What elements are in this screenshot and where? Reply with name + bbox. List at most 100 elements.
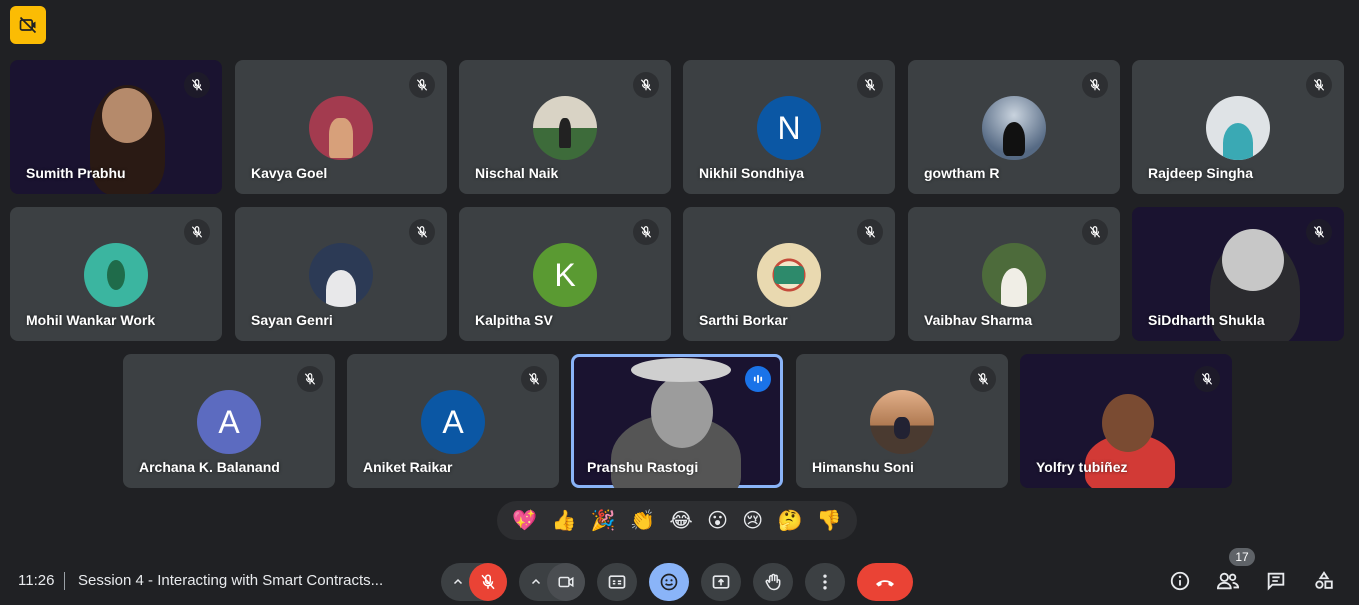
avatar	[309, 96, 373, 160]
reaction-heart[interactable]: 💖	[512, 511, 537, 531]
reaction-laugh[interactable]: 😂	[669, 511, 692, 531]
reaction-sad[interactable]: 😢	[742, 511, 763, 531]
avatar	[1206, 96, 1270, 160]
participant-name: Kavya Goel	[251, 165, 328, 181]
present-screen-button[interactable]	[701, 563, 741, 601]
avatar	[84, 243, 148, 307]
mic-off-icon	[1082, 72, 1108, 98]
hang-up-icon	[876, 580, 894, 587]
participant-tile[interactable]: Himanshu Soni	[796, 354, 1008, 488]
mic-off-icon	[970, 366, 996, 392]
participant-name: gowtham R	[924, 165, 1000, 181]
leave-call-button[interactable]	[857, 563, 913, 601]
video-face	[651, 376, 713, 448]
participant-name: Rajdeep Singha	[1148, 165, 1254, 181]
participant-name: Yolfry tubiñez	[1036, 459, 1128, 475]
participant-name: Vaibhav Sharma	[924, 312, 1033, 328]
bottom-toolbar: 11:26 Session 4 - Interacting with Smart…	[0, 548, 1359, 605]
avatar	[309, 243, 373, 307]
avatar	[982, 243, 1046, 307]
speaking-indicator-icon	[745, 366, 771, 392]
chevron-up-icon	[531, 578, 541, 585]
participant-tile[interactable]: SiDdharth Shukla	[1132, 207, 1344, 341]
mic-off-icon	[184, 219, 210, 245]
mic-off-icon	[1306, 72, 1332, 98]
present-screen-icon	[712, 575, 730, 589]
participant-name: Nikhil Sondhiya	[699, 165, 805, 181]
participant-count-badge: 17	[1229, 548, 1255, 566]
people-icon	[1216, 572, 1240, 590]
participant-tile[interactable]: Rajdeep Singha	[1132, 60, 1344, 194]
participant-tile[interactable]: A Archana K. Balanand	[123, 354, 335, 488]
mic-off-icon	[409, 72, 435, 98]
people-button[interactable]	[1214, 567, 1242, 595]
info-icon	[1170, 571, 1190, 591]
participant-tile[interactable]: N Nikhil Sondhiya	[683, 60, 895, 194]
chat-button[interactable]	[1262, 567, 1290, 595]
avatar: A	[197, 390, 261, 454]
more-options-button[interactable]	[805, 563, 845, 601]
video-face	[1102, 394, 1154, 452]
activities-icon	[1315, 571, 1333, 589]
mic-off-icon	[297, 366, 323, 392]
participant-tile[interactable]: K Kalpitha SV	[459, 207, 671, 341]
participant-tile[interactable]: Mohil Wankar Work	[10, 207, 222, 341]
meeting-title: Session 4 - Interacting with Smart Contr…	[78, 572, 384, 589]
participant-tile[interactable]: Vaibhav Sharma	[908, 207, 1120, 341]
mic-off-icon	[481, 574, 495, 590]
participant-tile[interactable]: gowtham R	[908, 60, 1120, 194]
participant-name: SiDdharth Shukla	[1148, 312, 1265, 328]
mic-off-icon	[857, 219, 883, 245]
mic-off-icon	[857, 72, 883, 98]
participant-name: Himanshu Soni	[812, 459, 914, 475]
mic-off-icon	[633, 219, 659, 245]
raise-hand-button[interactable]	[753, 563, 793, 601]
participant-tile[interactable]: Yolfry tubiñez	[1020, 354, 1232, 488]
participant-name: Sumith Prabhu	[26, 165, 126, 181]
avatar	[533, 96, 597, 160]
participant-grid: Sumith Prabhu Kavya Goel Nischal Naik N …	[0, 0, 1359, 500]
camera-icon	[558, 576, 574, 588]
more-vert-icon	[823, 574, 827, 590]
avatar	[870, 390, 934, 454]
participant-name: Pranshu Rastogi	[587, 459, 699, 475]
avatar	[757, 243, 821, 307]
participant-name: Sarthi Borkar	[699, 312, 788, 328]
avatar: N	[757, 96, 821, 160]
participant-name: Aniket Raikar	[363, 459, 453, 475]
reaction-thumbs-down[interactable]: 👎	[817, 511, 842, 531]
participant-tile[interactable]: Sumith Prabhu	[10, 60, 222, 194]
captions-icon	[608, 575, 626, 589]
participant-tile[interactable]: A Aniket Raikar	[347, 354, 559, 488]
participant-tile[interactable]: Sarthi Borkar	[683, 207, 895, 341]
hand-icon	[765, 573, 781, 591]
video-face	[1222, 229, 1284, 291]
chat-icon	[1267, 572, 1285, 591]
reaction-party[interactable]: 🎉	[591, 511, 616, 531]
reaction-thinking[interactable]: 🤔	[778, 511, 803, 531]
mic-toggle-button[interactable]	[469, 563, 507, 601]
meeting-details-button[interactable]	[1166, 567, 1194, 595]
camera-toggle-button[interactable]	[547, 563, 585, 601]
mic-off-icon	[1082, 219, 1108, 245]
captions-button[interactable]	[597, 563, 637, 601]
emoji-icon	[660, 573, 678, 591]
participant-tile[interactable]: Kavya Goel	[235, 60, 447, 194]
mic-off-icon	[521, 366, 547, 392]
activities-button[interactable]	[1310, 567, 1338, 595]
reactions-button[interactable]	[649, 563, 689, 601]
mic-off-icon	[633, 72, 659, 98]
participant-tile[interactable]: Nischal Naik	[459, 60, 671, 194]
divider	[64, 572, 65, 590]
participant-name: Kalpitha SV	[475, 312, 553, 328]
mic-off-icon	[1194, 366, 1220, 392]
participant-tile-active-speaker[interactable]: Pranshu Rastogi	[571, 354, 783, 488]
reaction-thumbs-up[interactable]: 👍	[551, 511, 576, 531]
reaction-surprised[interactable]: 😮	[707, 511, 728, 531]
reaction-clap[interactable]: 👏	[630, 511, 655, 531]
participant-tile[interactable]: Sayan Genri	[235, 207, 447, 341]
avatar: A	[421, 390, 485, 454]
participant-name: Nischal Naik	[475, 165, 559, 181]
avatar	[982, 96, 1046, 160]
mic-off-icon	[1306, 219, 1332, 245]
